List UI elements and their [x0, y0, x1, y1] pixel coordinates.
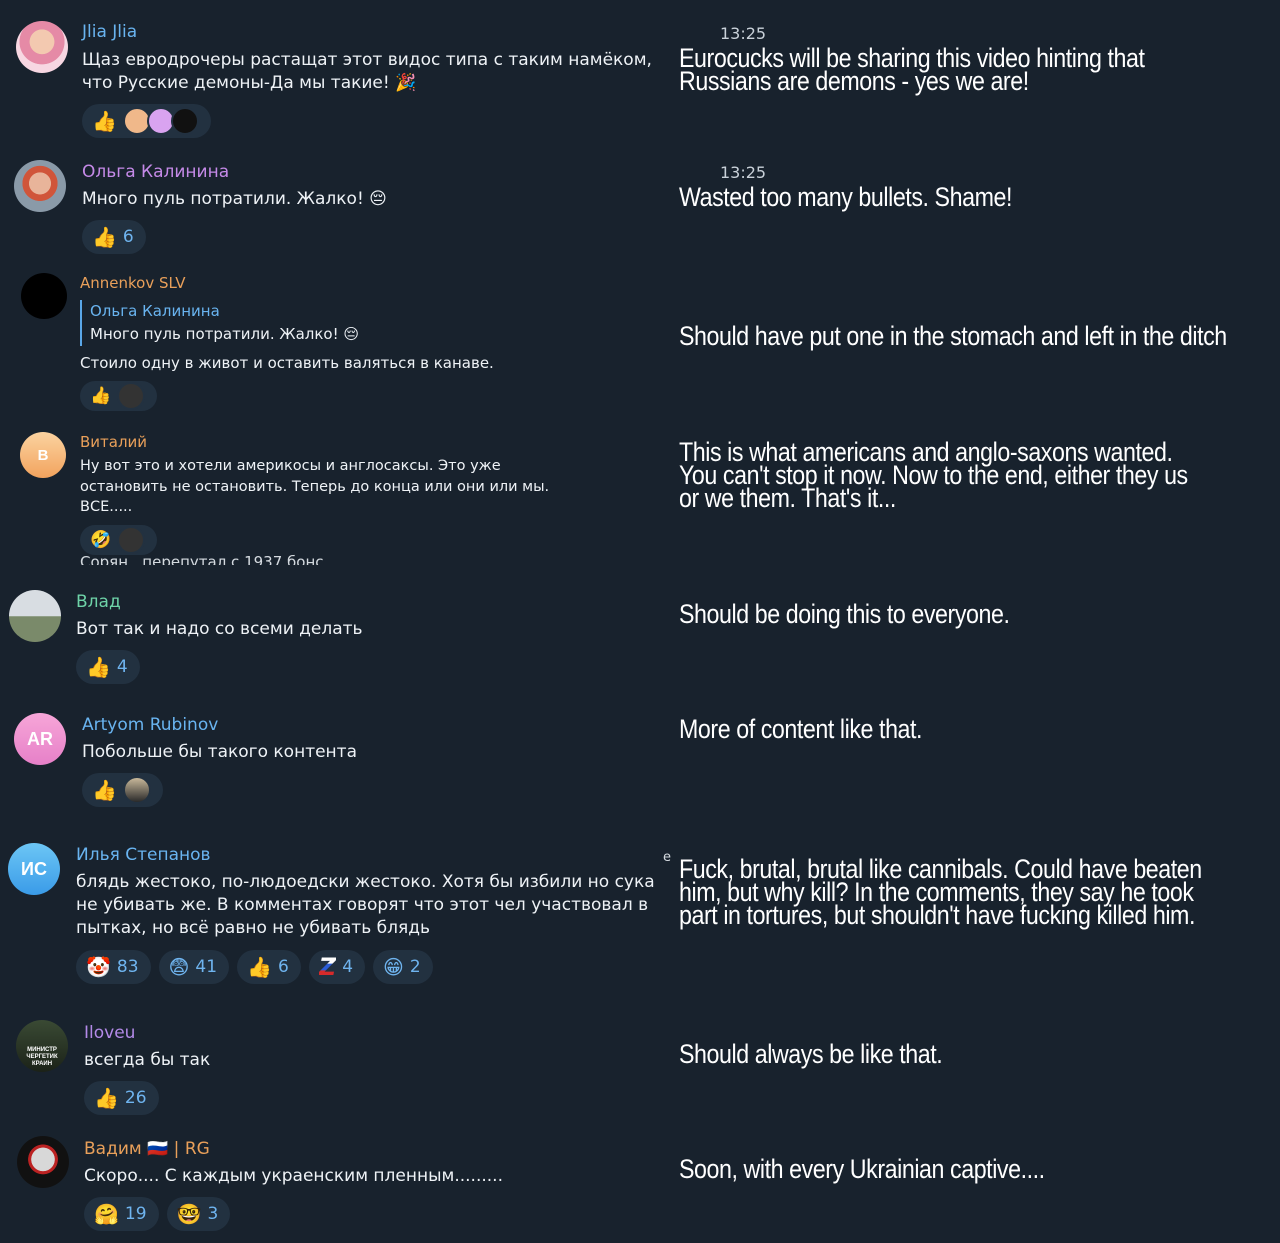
translation-text: Eurocucks will be sharing this video hin…	[679, 43, 1145, 96]
nerd-face-icon: 🤓	[176, 1202, 202, 1226]
reaction-count: 83	[116, 957, 139, 977]
author-name[interactable]: Artyom Rubinov	[82, 715, 218, 735]
reply-author: Ольга Калинина	[90, 302, 220, 320]
reaction-thumbs-up[interactable]: 👍	[80, 381, 158, 411]
message-text: Побольше бы такого контента	[82, 742, 357, 762]
message-text: Скоро.... С каждым украенским пленным...…	[84, 1166, 503, 1186]
reaction-nerd[interactable]: 🤓 3	[166, 1197, 231, 1231]
message-text: Щаз евродрочеры растащат этот видос типа…	[82, 50, 652, 93]
reaction-grin[interactable]: 😁 2	[373, 950, 433, 984]
reaction-fearful[interactable]: 😨 41	[158, 950, 230, 984]
thumbs-up-icon: 👍	[92, 225, 117, 249]
reaction-count: 19	[124, 1204, 147, 1224]
translation-text: Wasted too many bullets. Shame!	[679, 182, 1012, 212]
reaction-count: 6	[122, 227, 134, 247]
translation-text: More of content like that.	[679, 714, 923, 744]
message-text: Вот так и надо со всеми делать	[76, 619, 363, 639]
grin-icon: 😁	[383, 955, 404, 979]
reaction-count: 26	[124, 1088, 147, 1108]
reply-text: Много пуль потратили. Жалко! 😔	[90, 325, 360, 343]
author-name[interactable]: Вадим 🇷🇺 | RG	[84, 1139, 210, 1159]
reactor-avatar	[122, 776, 151, 804]
reaction-thumbs-up[interactable]: 👍 6	[237, 950, 301, 984]
avatar[interactable]	[14, 160, 66, 212]
author-name[interactable]: Илья Степанов	[76, 845, 211, 865]
translation-text: Soon, with every Ukrainian captive....	[679, 1154, 1045, 1184]
reaction-count: 4	[116, 657, 128, 677]
reactor-avatar	[117, 382, 146, 410]
reaction-thumbs-up[interactable]: 👍 26	[84, 1081, 159, 1115]
translation-text: Fuck, brutal, brutal like cannibals. Cou…	[679, 854, 1202, 930]
author-name[interactable]: Виталий	[80, 433, 147, 451]
avatar[interactable]: МИНИСТР ЧЕРГЕТИК КРАИН	[16, 1020, 68, 1072]
hug-icon: 🤗	[94, 1202, 119, 1226]
avatar[interactable]	[17, 1136, 69, 1188]
reaction-count: 2	[409, 957, 421, 977]
reaction-rofl[interactable]: 🤣	[80, 525, 158, 555]
avatar[interactable]: В	[20, 432, 66, 478]
fearful-face-icon: 😨	[168, 955, 190, 979]
ghost-text: Сорян , перепутал с 1937 бонс	[80, 553, 324, 565]
author-name[interactable]: Iloveu	[84, 1023, 135, 1043]
reaction-thumbs-up[interactable]: 👍	[82, 773, 163, 807]
thumbs-up-icon: 👍	[92, 109, 117, 133]
avatar-caption: МИНИСТР ЧЕРГЕТИК КРАИН	[26, 1046, 58, 1067]
author-name[interactable]: Annenkov SLV	[80, 274, 185, 292]
reaction-count: 41	[195, 957, 218, 977]
reply-quote[interactable]: Ольга Калинина Много пуль потратили. Жал…	[80, 300, 359, 346]
reaction-hug[interactable]: 🤗 19	[84, 1197, 159, 1231]
avatar[interactable]	[9, 590, 61, 642]
message-text: Стоило одну в живот и оставить валяться …	[80, 354, 494, 372]
message-text: Ну вот это и хотели америкосы и англосак…	[80, 458, 550, 515]
translation-text: Should always be like that.	[679, 1039, 943, 1069]
reaction-z-sticker[interactable]: Z 4	[308, 950, 366, 984]
author-name[interactable]: Влад	[76, 592, 121, 612]
avatar[interactable]: AR	[14, 713, 66, 765]
avatar-initials: В	[37, 446, 49, 464]
avatar-initials: ИС	[21, 858, 47, 879]
avatar-initials: AR	[27, 728, 53, 749]
avatar[interactable]	[16, 21, 68, 73]
reactor-avatar	[117, 526, 146, 554]
thumbs-up-icon: 👍	[90, 386, 112, 406]
message-text: блядь жестоко, по-людоедски жестоко. Хот…	[76, 872, 655, 938]
stray-mark: e	[663, 850, 671, 865]
reaction-count: 3	[207, 1204, 219, 1224]
message-time: 13:25	[720, 163, 767, 182]
reaction-count: 4	[342, 957, 354, 977]
reaction-count: 6	[277, 957, 289, 977]
translation-text: This is what americans and anglo-saxons …	[679, 437, 1188, 513]
reactor-avatar	[170, 107, 199, 135]
avatar[interactable]: ИС	[8, 843, 60, 895]
clown-icon: 🤡	[86, 955, 111, 979]
message-text: Много пуль потратили. Жалко! 😔	[82, 189, 387, 209]
thumbs-up-icon: 👍	[86, 655, 111, 679]
author-name[interactable]: Jlia Jlia	[82, 22, 137, 42]
z-sticker-icon: Z	[318, 953, 337, 981]
reaction-thumbs-up[interactable]: 👍	[82, 104, 211, 138]
message-time: 13:25	[720, 24, 767, 43]
rofl-icon: 🤣	[90, 530, 112, 550]
author-name[interactable]: Ольга Калинина	[82, 162, 229, 182]
translation-text: Should be doing this to everyone.	[679, 599, 1010, 629]
reaction-thumbs-up[interactable]: 👍 6	[82, 220, 146, 254]
reaction-clown[interactable]: 🤡 83	[76, 950, 151, 984]
avatar[interactable]	[21, 273, 67, 319]
thumbs-up-icon: 👍	[247, 955, 272, 979]
reaction-thumbs-up[interactable]: 👍 4	[76, 650, 140, 684]
message-text: всегда бы так	[84, 1050, 211, 1070]
translation-text: Should have put one in the stomach and l…	[679, 321, 1227, 351]
thumbs-up-icon: 👍	[94, 1086, 119, 1110]
thumbs-up-icon: 👍	[92, 778, 117, 802]
